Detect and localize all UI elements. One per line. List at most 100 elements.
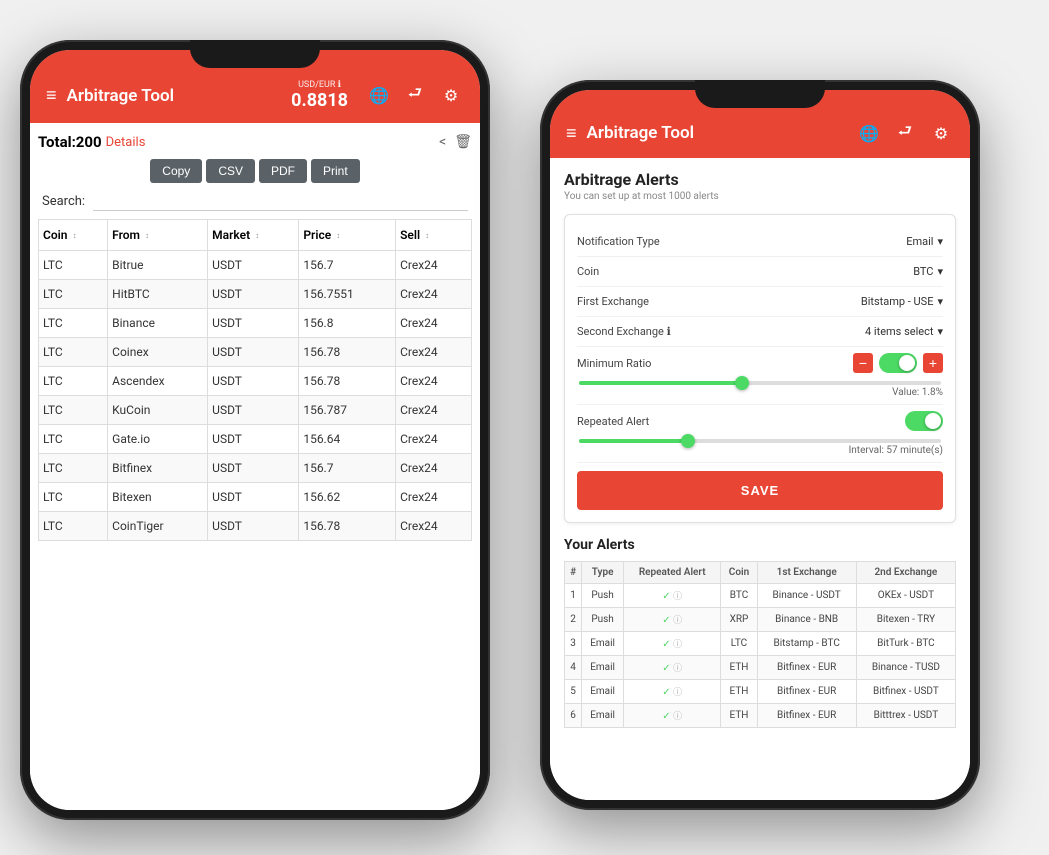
col-from[interactable]: From ↕	[108, 220, 208, 251]
min-ratio-thumb[interactable]	[735, 376, 749, 390]
alerts-row: 6Email✓ ⓘETHBitfinex - EURBitttrex - USD…	[565, 704, 956, 728]
table-cell: CoinTiger	[108, 512, 208, 541]
table-cell: 156.8	[299, 309, 396, 338]
alerts-cell: ✓ ⓘ	[624, 608, 721, 632]
min-ratio-toggle[interactable]	[879, 353, 917, 373]
table-row: LTCBitexenUSDT156.62Crex24	[39, 483, 472, 512]
table-cell: USDT	[208, 309, 299, 338]
phone-2-screen: ≡ Arbitrage Tool 🌐 ⮐ ⚙ Arbitrage Alerts …	[550, 90, 970, 800]
share-icon[interactable]: <	[439, 134, 446, 150]
table-cell: Binance	[108, 309, 208, 338]
table-cell: Crex24	[396, 251, 472, 280]
phone-2-content: Arbitrage Alerts You can set up at most …	[550, 158, 970, 800]
save-button[interactable]: SAVE	[577, 471, 943, 510]
search-label: Search:	[42, 194, 85, 209]
alerts-cell: Binance - USDT	[757, 584, 856, 608]
alerts-cell: Email	[582, 680, 624, 704]
print-button[interactable]: Print	[311, 159, 360, 183]
table-row: LTCKuCoinUSDT156.787Crex24	[39, 396, 472, 425]
col-coin[interactable]: Coin ↕	[39, 220, 108, 251]
table-cell: Crex24	[396, 367, 472, 396]
repeated-alert-track[interactable]	[579, 439, 941, 443]
alerts-cell: Email	[582, 656, 624, 680]
alerts-row: 3Email✓ ⓘLTCBitstamp - BTCBitTurk - BTC	[565, 632, 956, 656]
coin-value[interactable]: BTC ▾	[913, 265, 943, 278]
first-exchange-label: First Exchange	[577, 295, 861, 308]
settings-icon-1[interactable]: ⚙	[438, 83, 464, 109]
table-cell: Bitexen	[108, 483, 208, 512]
table-cell: USDT	[208, 425, 299, 454]
min-ratio-label: Minimum Ratio	[577, 357, 853, 370]
phone-1-header: ≡ Arbitrage Tool USD/EUR ℹ 0.8818 🌐 ⮐ ⚙	[30, 50, 480, 123]
alerts-cell: Bitfinex - USDT	[856, 680, 955, 704]
table-cell: USDT	[208, 338, 299, 367]
alerts-cell: ETH	[721, 656, 757, 680]
min-ratio-plus[interactable]: +	[923, 353, 943, 373]
coin-label: Coin	[577, 265, 913, 278]
login-icon-1[interactable]: ⮐	[402, 83, 428, 109]
alerts-cell: Binance - BNB	[757, 608, 856, 632]
phone-1-screen: ≡ Arbitrage Tool USD/EUR ℹ 0.8818 🌐 ⮐ ⚙	[30, 50, 480, 810]
alerts-cell: Push	[582, 608, 624, 632]
your-alerts: Your Alerts #TypeRepeated AlertCoin1st E…	[564, 537, 956, 728]
notification-row: Notification Type Email ▾	[577, 227, 943, 257]
alerts-cell: ✓ ⓘ	[624, 656, 721, 680]
alerts-table: #TypeRepeated AlertCoin1st Exchange2nd E…	[564, 561, 956, 728]
form-card: Notification Type Email ▾ Coin BTC	[564, 214, 956, 523]
app-title-2: Arbitrage Tool	[587, 123, 846, 143]
table-cell: 156.78	[299, 367, 396, 396]
app-title-1: Arbitrage Tool	[67, 86, 282, 106]
globe-icon-1[interactable]: 🌐	[366, 83, 392, 109]
phone-1: ≡ Arbitrage Tool USD/EUR ℹ 0.8818 🌐 ⮐ ⚙	[20, 40, 490, 820]
alerts-row: 1Push✓ ⓘBTCBinance - USDTOKEx - USDT	[565, 584, 956, 608]
globe-icon-2[interactable]: 🌐	[856, 120, 882, 146]
csv-button[interactable]: CSV	[206, 159, 255, 183]
table-row: LTCGate.ioUSDT156.64Crex24	[39, 425, 472, 454]
scene: ≡ Arbitrage Tool USD/EUR ℹ 0.8818 🌐 ⮐ ⚙	[0, 0, 1049, 855]
min-ratio-minus[interactable]: −	[853, 353, 873, 373]
first-exchange-value[interactable]: Bitstamp - USE ▾	[861, 295, 943, 308]
col-price[interactable]: Price ↕	[299, 220, 396, 251]
alerts-cell: Bitfinex - EUR	[757, 680, 856, 704]
notification-value[interactable]: Email ▾	[906, 235, 943, 248]
table-cell: USDT	[208, 512, 299, 541]
repeated-alert-thumb[interactable]	[681, 434, 695, 448]
col-market[interactable]: Market ↕	[208, 220, 299, 251]
menu-icon-2[interactable]: ≡	[566, 123, 577, 144]
table-cell: KuCoin	[108, 396, 208, 425]
details-link[interactable]: Details	[106, 135, 146, 150]
alerts-cell: ✓ ⓘ	[624, 704, 721, 728]
second-exchange-label: Second Exchange ℹ	[577, 325, 865, 338]
repeated-alert-value: Interval: 57 minute(s)	[577, 445, 943, 456]
settings-icon-2[interactable]: ⚙	[928, 120, 954, 146]
table-screen: Total:200 Details < 🗑 Copy CSV PDF	[30, 123, 480, 551]
repeated-alert-toggle[interactable]	[905, 411, 943, 431]
alerts-cell: Bitexen - TRY	[856, 608, 955, 632]
menu-icon[interactable]: ≡	[46, 85, 57, 106]
search-input[interactable]	[93, 191, 468, 211]
delete-icon[interactable]: 🗑	[454, 134, 472, 150]
copy-button[interactable]: Copy	[150, 159, 202, 183]
search-bar: Search:	[38, 191, 472, 211]
alerts-cell: 6	[565, 704, 582, 728]
table-cell: 156.787	[299, 396, 396, 425]
min-ratio-track[interactable]	[579, 381, 941, 385]
alerts-subtitle: You can set up at most 1000 alerts	[564, 191, 956, 202]
coin-row: Coin BTC ▾	[577, 257, 943, 287]
table-row: LTCBitfinexUSDT156.7Crex24	[39, 454, 472, 483]
total-label: Total:200	[38, 133, 102, 151]
pdf-button[interactable]: PDF	[259, 159, 307, 183]
alerts-col-header: 2nd Exchange	[856, 562, 955, 584]
table-cell: HitBTC	[108, 280, 208, 309]
col-sell[interactable]: Sell ↕	[396, 220, 472, 251]
alerts-cell: ✓ ⓘ	[624, 632, 721, 656]
table-cell: LTC	[39, 280, 108, 309]
alerts-row: 4Email✓ ⓘETHBitfinex - EURBinance - TUSD	[565, 656, 956, 680]
repeated-alert-fill	[579, 439, 688, 443]
second-exchange-value[interactable]: 4 items select ▾	[865, 325, 943, 338]
alerts-cell: Bitfinex - EUR	[757, 704, 856, 728]
login-icon-2[interactable]: ⮐	[892, 120, 918, 146]
alerts-cell: 4	[565, 656, 582, 680]
min-ratio-fill	[579, 381, 742, 385]
alerts-cell: ETH	[721, 704, 757, 728]
